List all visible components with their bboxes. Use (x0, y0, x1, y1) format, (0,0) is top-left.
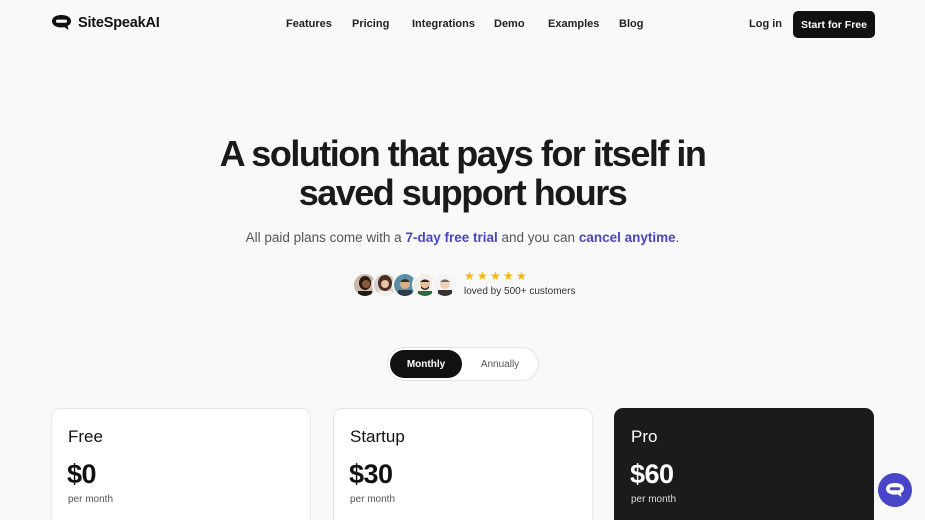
top-nav: SiteSpeakAI Features Pricing Integration… (0, 0, 925, 48)
star-icon: ★ (464, 269, 475, 283)
cancel-highlight: cancel anytime (578, 230, 676, 245)
plan-card-pro[interactable]: Pro $60 per month (614, 408, 874, 520)
subtitle-suffix: . (675, 230, 680, 245)
login-link[interactable]: Log in (749, 18, 782, 30)
plan-price: $60 (630, 459, 674, 489)
chat-bubble-icon (886, 482, 904, 498)
customer-count-text: loved by 500+ customers (464, 286, 576, 297)
star-icon: ★ (490, 269, 501, 283)
start-for-free-button[interactable]: Start for Free (793, 11, 875, 38)
hero-subtitle: All paid plans come with a 7-day free tr… (0, 230, 925, 245)
subtitle-middle: and you can (497, 230, 579, 245)
nav-link-pricing[interactable]: Pricing (352, 18, 389, 30)
nav-link-blog[interactable]: Blog (619, 18, 643, 30)
headline-line-2: saved support hours (298, 172, 628, 213)
plan-name: Free (68, 427, 103, 446)
rating-stars: ★ ★ ★ ★ ★ (464, 270, 528, 282)
plan-period: per month (631, 494, 677, 505)
plan-price: $30 (349, 459, 393, 489)
nav-link-demo[interactable]: Demo (494, 18, 525, 30)
star-icon: ★ (477, 269, 488, 283)
plan-card-free[interactable]: Free $0 per month (51, 408, 311, 520)
nav-links: Features Pricing Integrations Demo Examp… (0, 18, 925, 32)
plan-card-startup[interactable]: Startup $30 per month (333, 408, 593, 520)
plan-period: per month (350, 494, 396, 505)
plan-name: Startup (350, 427, 405, 446)
chat-widget-button[interactable] (878, 473, 912, 507)
plan-price: $0 (67, 459, 97, 489)
trial-highlight: 7-day free trial (405, 230, 498, 245)
billing-toggle: Monthly Annually (387, 347, 539, 381)
nav-link-features[interactable]: Features (286, 18, 332, 30)
subtitle-prefix: All paid plans come with a (245, 230, 406, 245)
annually-toggle-button[interactable]: Annually (464, 350, 536, 378)
star-icon: ★ (516, 269, 527, 283)
plan-name: Pro (631, 427, 658, 446)
avatar (432, 272, 458, 298)
nav-link-integrations[interactable]: Integrations (412, 18, 475, 30)
star-icon: ★ (503, 269, 514, 283)
nav-link-examples[interactable]: Examples (548, 18, 599, 30)
page-title: A solution that pays for itself in saved… (0, 134, 925, 212)
plan-period: per month (68, 494, 114, 505)
monthly-toggle-button[interactable]: Monthly (390, 350, 462, 378)
headline-line-1: A solution that pays for itself in (219, 133, 707, 174)
